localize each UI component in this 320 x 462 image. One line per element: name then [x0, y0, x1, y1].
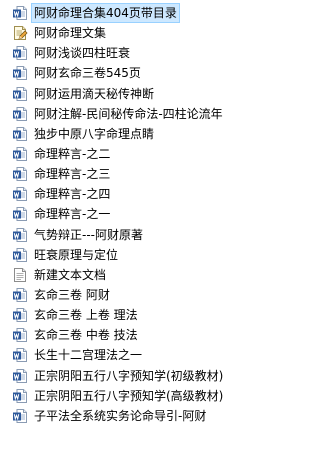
- file-name-label: 阿财注解-民间秘传命法-四柱论流年: [34, 106, 223, 121]
- word-doc-icon: [12, 408, 28, 424]
- file-list-item[interactable]: 命理粹言-之三: [0, 164, 253, 184]
- file-name-label: 子平法全系统实务论命导引-阿财: [34, 408, 207, 423]
- file-name-label: 阿财玄命三卷545页: [34, 66, 141, 81]
- text-doc-icon: [12, 267, 28, 283]
- word-doc-icon: [12, 307, 28, 323]
- file-name-label: 命理粹言-之一: [34, 207, 111, 222]
- file-list-item[interactable]: 命理粹言-之二: [0, 144, 253, 164]
- word-doc-icon: [12, 166, 28, 182]
- word-doc-icon: [12, 227, 28, 243]
- file-name-label: 长生十二宫理法之一: [34, 348, 143, 363]
- file-name-label: 命理粹言-之三: [34, 167, 111, 182]
- file-name-label: 正宗阴阳五行八字预知学(初级教材): [34, 368, 224, 383]
- file-name-label: 阿财命理合集404页带目录: [31, 3, 180, 24]
- word-doc-icon: [12, 368, 28, 384]
- file-list-item[interactable]: 长生十二宫理法之一: [0, 345, 253, 365]
- file-list-item[interactable]: 阿财运用滴天秘传神断: [0, 84, 253, 104]
- file-list-item[interactable]: 新建文本文档: [0, 265, 253, 285]
- file-name-label: 玄命三卷 上卷 理法: [34, 308, 138, 323]
- file-name-label: 阿财浅谈四柱旺衰: [34, 46, 131, 61]
- file-name-label: 新建文本文档: [34, 267, 107, 282]
- file-name-label: 命理粹言-之二: [34, 147, 111, 162]
- file-list-item[interactable]: 玄命三卷 上卷 理法: [0, 305, 253, 325]
- file-list-item[interactable]: 气势辩正---阿财原著: [0, 225, 253, 245]
- word-doc-icon: [12, 45, 28, 61]
- word-doc-icon: [12, 86, 28, 102]
- word-doc-icon: [12, 247, 28, 263]
- word-doc-icon: [12, 388, 28, 404]
- file-list-item[interactable]: 子平法全系统实务论命导引-阿财: [0, 406, 253, 426]
- file-list-item[interactable]: 阿财玄命三卷545页: [0, 63, 253, 83]
- file-list-item[interactable]: 阿财命理文集: [0, 23, 253, 43]
- word-doc-icon: [12, 206, 28, 222]
- file-list-item[interactable]: 阿财浅谈四柱旺衰: [0, 43, 253, 63]
- file-list-item[interactable]: 阿财注解-民间秘传命法-四柱论流年: [0, 104, 253, 124]
- file-name-label: 玄命三卷 阿财: [34, 288, 110, 303]
- file-name-label: 正宗阴阳五行八字预知学(高级教材): [34, 388, 224, 403]
- file-name-label: 气势辩正---阿财原著: [34, 227, 143, 242]
- file-name-label: 阿财命理文集: [34, 26, 107, 41]
- file-list-item[interactable]: 命理粹言-之一: [0, 204, 253, 224]
- file-name-label: 旺衰原理与定位: [34, 247, 119, 262]
- word-doc-icon: [12, 106, 28, 122]
- notepad-doc-icon: [12, 25, 28, 41]
- file-list: 阿财命理合集404页带目录阿财命理文集阿财浅谈四柱旺衰 阿财玄命三卷545页 阿财运…: [0, 3, 253, 426]
- file-list-item[interactable]: 正宗阴阳五行八字预知学(初级教材): [0, 366, 253, 386]
- file-list-item[interactable]: 阿财命理合集404页带目录: [0, 3, 253, 24]
- file-list-item[interactable]: 正宗阴阳五行八字预知学(高级教材): [0, 386, 253, 406]
- word-doc-icon: [12, 347, 28, 363]
- file-list-item[interactable]: 玄命三卷 阿财: [0, 285, 253, 305]
- file-name-label: 玄命三卷 中卷 技法: [34, 328, 138, 343]
- word-doc-icon: [12, 287, 28, 303]
- word-doc-icon: [12, 126, 28, 142]
- word-doc-icon: [12, 65, 28, 81]
- file-name-label: 命理粹言-之四: [34, 187, 111, 202]
- file-list-item[interactable]: 命理粹言-之四: [0, 184, 253, 204]
- file-list-item[interactable]: 旺衰原理与定位: [0, 245, 253, 265]
- word-doc-icon: [12, 327, 28, 343]
- file-list-item[interactable]: 玄命三卷 中卷 技法: [0, 325, 253, 345]
- file-name-label: 独步中原八字命理点睛: [34, 126, 155, 141]
- word-doc-icon: [12, 186, 28, 202]
- word-doc-icon: [12, 5, 28, 21]
- file-list-item[interactable]: 独步中原八字命理点睛: [0, 124, 253, 144]
- word-doc-icon: [12, 146, 28, 162]
- file-name-label: 阿财运用滴天秘传神断: [34, 86, 155, 101]
